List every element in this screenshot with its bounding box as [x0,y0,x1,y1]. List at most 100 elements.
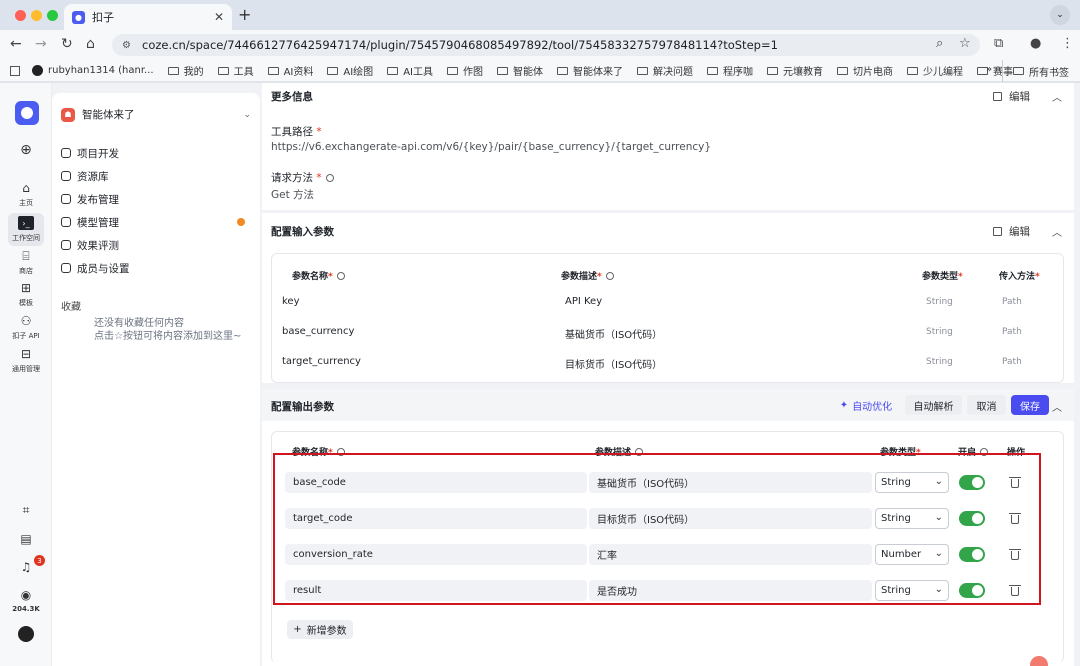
close-tab-icon[interactable]: ✕ [214,10,224,24]
param-name-input[interactable]: base_code [285,472,587,493]
param-name-input[interactable]: target_code [285,508,587,529]
url-field[interactable]: ⚙ coze.cn/space/7446612776425947174/plug… [112,34,980,56]
param-name-input[interactable]: result [285,580,587,601]
notifications-button[interactable]: ♫ 3 [0,555,52,574]
bookmark-folder[interactable]: 智能体 [496,63,543,78]
bookmark-folder[interactable]: AI绘图 [327,63,373,78]
column-header-type: 参数类型* [922,272,963,282]
bookmark-folder[interactable]: AI资料 [267,63,313,78]
cancel-button[interactable]: 取消 [967,395,1006,415]
bookmark-folder[interactable]: 工具 [217,63,254,78]
space-selector[interactable]: ☗ 智能体来了 ⌄ [61,107,251,122]
collapse-chevron-up-icon[interactable]: ︿ [1052,399,1062,414]
trash-icon[interactable] [1009,477,1021,488]
info-icon [336,448,345,456]
profile-avatar-icon[interactable]: ● [1030,36,1041,51]
auto-parse-button[interactable]: 自动解析 [905,395,962,415]
save-button[interactable]: 保存 [1011,395,1049,415]
sidebar-item-evaluation[interactable]: 效果评测 [61,235,251,255]
plus-circle-icon: ⊕ [20,142,32,158]
tab-title: 扣子 [92,11,114,24]
collapse-chevron-up-icon[interactable]: ︿ [1052,89,1062,104]
param-desc-input[interactable]: 基础货币（ISO代码） [589,472,872,493]
app-grid-icon: ⌗ [22,502,30,517]
rail-item-admin[interactable]: ⊟ 通用管理 [0,347,52,374]
minimize-window-button[interactable] [31,10,42,21]
trash-icon[interactable] [1009,585,1021,596]
param-enabled-toggle[interactable] [959,583,985,598]
param-enabled-toggle[interactable] [959,547,985,562]
home-icon[interactable]: ⌂ [86,36,95,52]
param-type-select[interactable]: String ⌄ [875,580,949,601]
coze-logo[interactable] [15,101,39,125]
create-button[interactable]: ⊕ [0,142,52,158]
browser-menu-icon[interactable]: ⋮ [1061,36,1074,51]
all-bookmarks-button[interactable]: 所有书签 [1002,60,1069,82]
rail-item-templates[interactable]: ⊞ 模板 [0,281,52,308]
param-name-input[interactable]: conversion_rate [285,544,587,565]
folder-icon [836,66,848,75]
close-window-button[interactable] [15,10,26,21]
browser-tab[interactable]: ● 扣子 ✕ [64,4,232,30]
coze-favicon-icon: ● [72,10,85,24]
bookmark-folder[interactable]: 解决问题 [636,63,693,78]
param-type-select[interactable]: String ⌄ [875,472,949,493]
param-type-select[interactable]: Number ⌄ [875,544,949,565]
site-info-icon[interactable]: ⚙ [122,40,134,51]
reload-icon[interactable]: ↻ [61,36,73,52]
docs-button[interactable]: ▤ [0,532,52,546]
param-desc-input[interactable]: 汇率 [589,544,872,565]
app-grid-button[interactable]: ⌗ [0,503,52,517]
param-enabled-toggle[interactable] [959,475,985,490]
trash-icon[interactable] [1009,513,1021,524]
bookmark-folder[interactable]: 作图 [446,63,483,78]
param-desc-input[interactable]: 目标货币（ISO代码） [589,508,872,529]
maximize-window-button[interactable] [47,10,58,21]
bookmark-star-icon[interactable]: ☆ [959,36,971,51]
forward-icon[interactable]: → [35,36,47,52]
section-title: 配置输出参数 [271,401,334,413]
sidebar-item-projects[interactable]: 项目开发 [61,143,251,163]
user-avatar[interactable] [0,626,52,642]
param-type-select[interactable]: String ⌄ [875,508,949,529]
apps-grid-icon[interactable] [10,65,20,76]
param-enabled-toggle[interactable] [959,511,985,526]
bookmarks-overflow-button[interactable]: » [986,64,992,75]
zoom-icon[interactable]: ⌕ [936,36,943,51]
collapse-chevron-up-icon[interactable]: ︿ [1052,224,1062,239]
library-icon [61,171,71,181]
bookmark-folder[interactable]: 元壤教育 [766,63,823,78]
bookmark-folder[interactable]: 智能体来了 [556,63,623,78]
back-icon[interactable]: ← [10,36,22,52]
bookmark-folder[interactable]: 程序咖 [706,63,753,78]
bookmark-github[interactable]: rubyhan1314 (hanr... [32,65,154,76]
new-tab-icon[interactable]: + [238,5,251,24]
bookmark-folder[interactable]: 我的 [167,63,204,78]
rail-item-workspace[interactable]: ›_ 工作空间 [8,213,44,246]
bell-icon: ♫ [20,560,32,574]
tab-search-chevron-icon[interactable]: ⌄ [1050,5,1070,25]
edit-input-params-button[interactable]: 编辑 [993,224,1030,239]
bookmark-folder[interactable]: 切片电商 [836,63,893,78]
sidebar-item-members[interactable]: 成员与设置 [61,258,251,278]
sidebar-item-publish[interactable]: 发布管理 [61,189,251,209]
github-stars-button[interactable]: ◉ 204.3K [0,588,52,613]
plus-icon: + [293,624,302,635]
sidebar-item-models[interactable]: 模型管理 [61,212,251,232]
bookmark-folder[interactable]: 少儿编程 [906,63,963,78]
members-icon [61,263,71,273]
rail-item-api[interactable]: ⚇ 扣子 API [0,314,52,341]
rail-item-store[interactable]: ⌸ 商店 [0,249,52,276]
bookmark-folder[interactable]: AI工具 [387,63,433,78]
edit-more-info-button[interactable]: 编辑 [993,89,1030,104]
sidebar-item-library[interactable]: 资源库 [61,166,251,186]
extensions-icon[interactable]: ⧉ [994,36,1003,51]
trash-icon[interactable] [1009,549,1021,560]
rail-item-home[interactable]: ⌂ 主页 [0,181,52,208]
folder-icon [706,66,718,75]
param-desc-input[interactable]: 是否成功 [589,580,872,601]
add-param-button[interactable]: + 新增参数 [287,620,353,639]
table-cell-desc: 基础货币（ISO代码） [565,330,663,341]
auto-optimize-button[interactable]: ✦ 自动优化 [838,395,894,415]
request-method-value: Get 方法 [271,189,315,201]
